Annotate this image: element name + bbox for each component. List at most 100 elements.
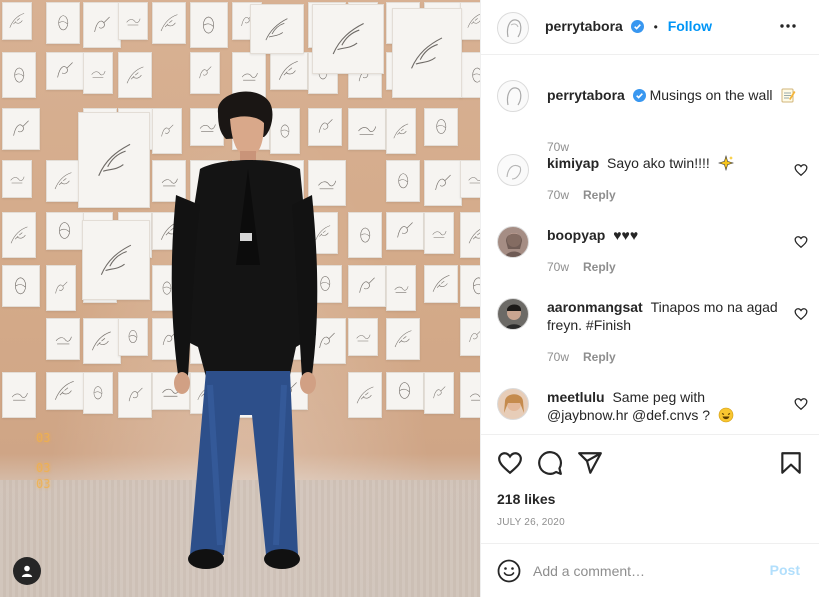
commenter-username[interactable]: aaronmangsat bbox=[547, 299, 643, 315]
sketch-sheet bbox=[2, 265, 40, 307]
follow-button[interactable]: Follow bbox=[668, 18, 712, 34]
sketch-sheet bbox=[46, 265, 76, 311]
comment-bubble-icon[interactable] bbox=[537, 450, 563, 476]
sketch-sheet bbox=[2, 212, 36, 258]
like-comment-heart-icon[interactable] bbox=[794, 235, 808, 249]
more-options-icon[interactable] bbox=[778, 16, 798, 36]
commenter-username[interactable]: boopyap bbox=[547, 227, 605, 243]
caption-meta: 70w bbox=[547, 140, 569, 154]
share-paper-plane-icon[interactable] bbox=[577, 450, 603, 476]
sketch-sheet bbox=[424, 160, 462, 206]
sketch-sheet bbox=[386, 212, 424, 250]
user-icon bbox=[21, 565, 33, 577]
sketch-sheet bbox=[118, 52, 152, 98]
sketch-sheet bbox=[348, 265, 386, 307]
post-header: perrytabora • Follow bbox=[481, 0, 819, 55]
tagged-users-button[interactable] bbox=[13, 557, 41, 585]
likes-count[interactable]: 218 likes bbox=[497, 491, 555, 507]
save-bookmark-icon[interactable] bbox=[778, 450, 804, 476]
sketch-sheet bbox=[118, 318, 148, 356]
sketch-sheet bbox=[460, 2, 480, 40]
caption-author-avatar[interactable] bbox=[497, 80, 529, 112]
sketch-sheet bbox=[424, 265, 458, 303]
photo-date-stamp: 03 03 03 bbox=[36, 431, 51, 491]
sketch-sheet-large bbox=[250, 4, 304, 54]
sketch-sheet bbox=[83, 372, 113, 414]
caption-text: Musings on the wall bbox=[649, 87, 773, 103]
sketch-sheet bbox=[46, 318, 80, 360]
sketch-sheet bbox=[386, 318, 420, 360]
sketch-sheet-large bbox=[312, 4, 384, 74]
sketch-sheet bbox=[2, 52, 36, 98]
comment-composer: Post bbox=[481, 543, 819, 597]
sketch-sheet bbox=[83, 52, 113, 94]
reply-button[interactable]: Reply bbox=[583, 350, 616, 364]
sketch-sheet bbox=[424, 372, 454, 414]
sketch-sheet bbox=[152, 2, 186, 44]
commenter-avatar[interactable] bbox=[497, 298, 529, 330]
sketch-sheet bbox=[348, 318, 378, 356]
like-comment-heart-icon[interactable] bbox=[794, 397, 808, 411]
sketch-sheet bbox=[46, 372, 84, 410]
commenter-username[interactable]: kimiyap bbox=[547, 155, 599, 171]
sketch-sheet bbox=[190, 2, 228, 48]
memo-icon bbox=[781, 88, 796, 103]
sketch-sheet bbox=[460, 160, 480, 198]
sketch-sheet bbox=[386, 265, 416, 311]
sketch-sheet-large bbox=[82, 220, 150, 300]
sketch-sheet bbox=[386, 160, 420, 202]
separator-dot: • bbox=[653, 20, 658, 34]
comment-meta: 70w Reply bbox=[547, 350, 616, 364]
sketch-sheet bbox=[460, 52, 480, 98]
person-figure bbox=[171, 91, 318, 569]
sketch-sheet bbox=[2, 160, 32, 198]
commenter-username[interactable]: meetlulu bbox=[547, 389, 605, 405]
sketch-sheet bbox=[460, 212, 480, 258]
post-comment-button[interactable]: Post bbox=[770, 562, 800, 578]
sketch-sheet-large bbox=[78, 112, 150, 208]
sketch-sheet bbox=[46, 212, 84, 250]
comment-time: 70w bbox=[547, 260, 570, 274]
sketch-sheet bbox=[46, 2, 80, 44]
post-actions: 218 likes JULY 26, 2020 bbox=[481, 434, 819, 544]
reply-button[interactable]: Reply bbox=[583, 188, 616, 202]
like-comment-heart-icon[interactable] bbox=[794, 163, 808, 177]
commenter-avatar[interactable] bbox=[497, 388, 529, 420]
comments-list[interactable]: perrytabora Musings on the wall 70w kimi… bbox=[481, 56, 819, 434]
verified-badge-icon bbox=[630, 20, 644, 33]
author-avatar[interactable] bbox=[497, 12, 529, 44]
sketch-sheet bbox=[460, 265, 480, 307]
sketch-sheet bbox=[386, 108, 416, 154]
verified-badge-icon bbox=[632, 89, 646, 102]
sketch-sheet bbox=[424, 108, 458, 146]
comment-time: 70w bbox=[547, 188, 570, 202]
sketch-sheet bbox=[46, 52, 84, 90]
post-side-panel: perrytabora • Follow perrytabora Musings… bbox=[480, 0, 819, 597]
sketch-sheet bbox=[348, 372, 382, 418]
author-username[interactable]: perrytabora bbox=[545, 18, 623, 34]
reply-button[interactable]: Reply bbox=[583, 260, 616, 274]
sparkles-icon bbox=[717, 155, 734, 171]
sketch-sheet bbox=[386, 372, 424, 410]
commenter-avatar[interactable] bbox=[497, 226, 529, 258]
caption-username[interactable]: perrytabora bbox=[547, 87, 625, 103]
post-photo[interactable]: 03 03 03 bbox=[0, 0, 480, 597]
like-comment-heart-icon[interactable] bbox=[794, 307, 808, 321]
sketch-sheet bbox=[83, 2, 121, 48]
sketch-sheet bbox=[348, 108, 386, 150]
comment-meta: 70w Reply bbox=[547, 260, 616, 274]
comment-text: Sayo ako twin!!!! bbox=[607, 155, 710, 171]
comment-input[interactable] bbox=[533, 558, 753, 584]
sketch-sheet bbox=[460, 372, 480, 418]
emoji-picker-icon[interactable] bbox=[497, 559, 521, 583]
sketch-sheet bbox=[118, 2, 148, 40]
sketch-sheet-large bbox=[392, 8, 462, 98]
like-heart-icon[interactable] bbox=[497, 450, 523, 476]
sketch-sheet bbox=[2, 372, 36, 418]
sketch-sheet bbox=[2, 108, 40, 150]
comment-time: 70w bbox=[547, 350, 570, 364]
sketch-sheet bbox=[46, 160, 80, 202]
commenter-avatar[interactable] bbox=[497, 154, 529, 186]
sketch-sheet bbox=[83, 318, 121, 364]
sketch-sheet bbox=[348, 212, 382, 258]
